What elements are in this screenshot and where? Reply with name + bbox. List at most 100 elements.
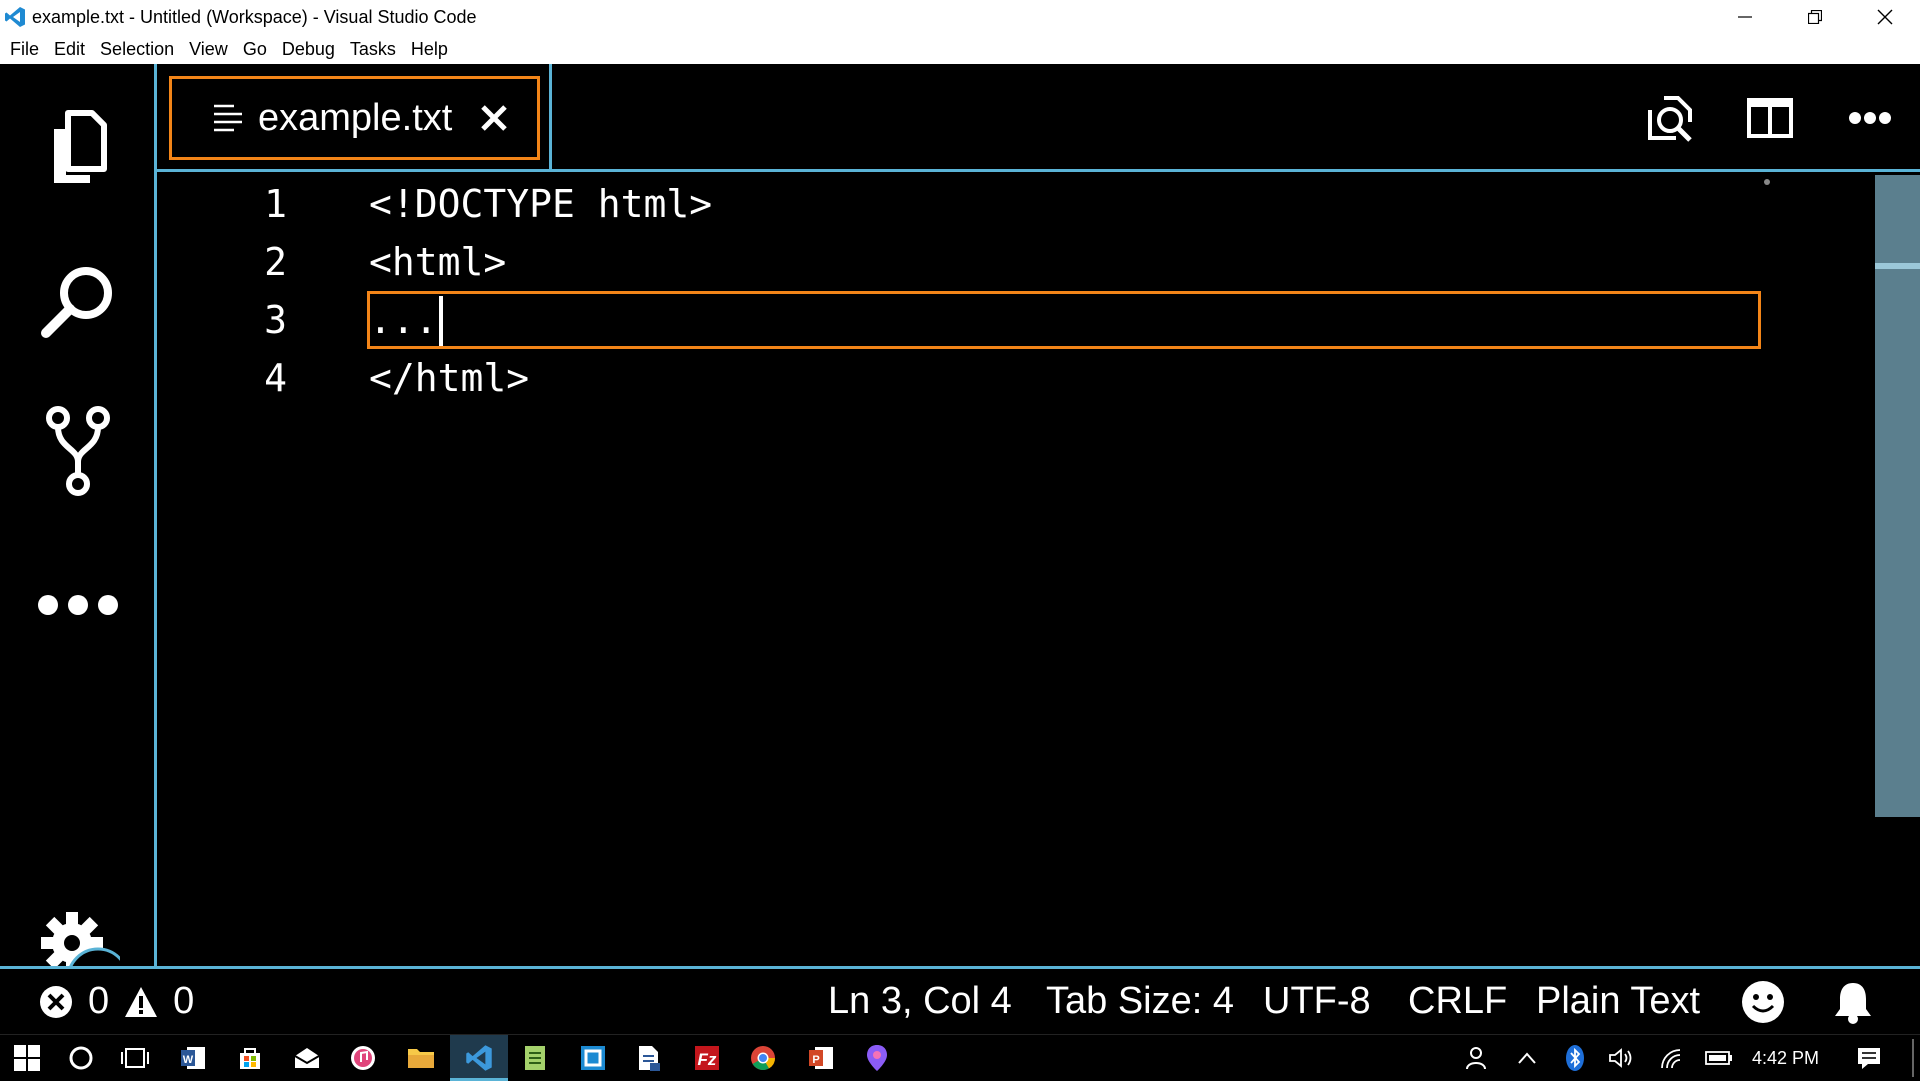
- line-text[interactable]: ...: [369, 298, 438, 342]
- document-icon: [639, 1046, 660, 1071]
- network-button[interactable]: [1654, 1041, 1688, 1075]
- line-text[interactable]: </html>: [369, 356, 529, 400]
- ellipsis-icon: [1849, 112, 1891, 124]
- text-cursor: [439, 296, 443, 346]
- line-number: 4: [264, 356, 287, 400]
- volume-icon: [1609, 1048, 1632, 1068]
- file-explorer-app[interactable]: [404, 1041, 438, 1075]
- map-pin-icon: [867, 1045, 887, 1071]
- store-app[interactable]: [233, 1041, 267, 1075]
- notepad-app[interactable]: [518, 1041, 552, 1075]
- more-views-button[interactable]: [36, 560, 120, 650]
- encoding[interactable]: UTF-8: [1263, 969, 1371, 1034]
- preview-search-icon: [1648, 96, 1692, 142]
- menu-debug[interactable]: Debug: [276, 39, 344, 60]
- powerpoint-app[interactable]: P: [804, 1041, 838, 1075]
- tab-close-button[interactable]: [480, 104, 508, 132]
- scrollbar-cursor-marker: [1875, 263, 1920, 269]
- battery-button[interactable]: [1702, 1041, 1736, 1075]
- show-desktop-button[interactable]: [1912, 1039, 1914, 1077]
- source-control-icon: [46, 406, 110, 496]
- action-center-button[interactable]: [1852, 1041, 1886, 1075]
- chevron-up-icon: [1518, 1052, 1536, 1064]
- task-view-icon: [121, 1048, 149, 1068]
- start-button[interactable]: [10, 1041, 44, 1075]
- app-window[interactable]: [576, 1041, 610, 1075]
- vscode-app[interactable]: [462, 1041, 496, 1075]
- restore-button[interactable]: [1780, 0, 1850, 34]
- code-line: 3 ...: [157, 291, 1757, 349]
- source-control-button[interactable]: [36, 406, 120, 496]
- line-text[interactable]: <!DOCTYPE html>: [369, 182, 712, 226]
- taskbar-clock[interactable]: 4:42 PM: [1752, 1035, 1819, 1081]
- notification-icon: [1858, 1048, 1880, 1069]
- line-ending[interactable]: CRLF: [1408, 969, 1507, 1034]
- warning-count: 0: [173, 980, 195, 1022]
- menu-go[interactable]: Go: [237, 39, 276, 60]
- svg-text:W: W: [183, 1054, 194, 1066]
- tab-size[interactable]: Tab Size: 4: [1046, 969, 1234, 1034]
- mail-icon: [294, 1048, 320, 1068]
- line-number: 3: [264, 298, 287, 342]
- filezilla-app[interactable]: Fz: [690, 1041, 724, 1075]
- tab-example-txt[interactable]: example.txt: [157, 64, 552, 172]
- error-count: 0: [88, 980, 110, 1022]
- menu-view[interactable]: View: [183, 39, 237, 60]
- language-mode[interactable]: Plain Text: [1536, 969, 1700, 1034]
- word-app[interactable]: W: [176, 1041, 210, 1075]
- document-app[interactable]: [632, 1041, 666, 1075]
- search-button[interactable]: [36, 256, 120, 346]
- problems-indicator[interactable]: 0 0: [38, 969, 194, 1034]
- more-actions-button[interactable]: [1820, 88, 1920, 148]
- smiley-icon: [1742, 980, 1784, 1023]
- menu-bar: File Edit Selection View Go Debug Tasks …: [0, 34, 1920, 64]
- code-line: 1 <!DOCTYPE html>: [157, 175, 1757, 233]
- warning-icon: [125, 986, 158, 1017]
- people-button[interactable]: [1460, 1041, 1494, 1075]
- vertical-scrollbar[interactable]: [1875, 175, 1920, 817]
- app-window-icon: [581, 1046, 605, 1070]
- menu-help[interactable]: Help: [405, 39, 457, 60]
- menu-selection[interactable]: Selection: [94, 39, 183, 60]
- volume-button[interactable]: [1604, 1041, 1638, 1075]
- window-title: example.txt - Untitled (Workspace) - Vis…: [32, 6, 477, 27]
- filezilla-icon: Fz: [695, 1046, 719, 1070]
- ellipsis-icon: [38, 595, 118, 615]
- minimize-icon: [1738, 16, 1752, 18]
- editor[interactable]: 1 <!DOCTYPE html> 2 <html> 3 ... 4 </htm…: [157, 175, 1920, 966]
- wifi-icon: [1661, 1049, 1681, 1069]
- music-icon: [351, 1046, 375, 1070]
- search-icon: [41, 267, 112, 338]
- maps-app[interactable]: [860, 1041, 894, 1075]
- notepad-icon: [525, 1046, 545, 1070]
- bluetooth-icon: [1566, 1045, 1584, 1071]
- split-editor-button[interactable]: [1720, 88, 1820, 148]
- people-icon: [1466, 1047, 1486, 1070]
- line-text[interactable]: <html>: [369, 240, 506, 284]
- activity-bar: 1: [0, 64, 157, 1022]
- chrome-app[interactable]: [746, 1041, 780, 1075]
- cursor-position[interactable]: Ln 3, Col 4: [828, 969, 1012, 1034]
- show-hidden-icons-button[interactable]: [1510, 1041, 1544, 1075]
- powerpoint-icon: P: [809, 1047, 833, 1069]
- svg-text:P: P: [812, 1054, 819, 1066]
- close-window-button[interactable]: [1850, 0, 1920, 34]
- status-bar: 0 0 Ln 3, Col 4 Tab Size: 4 UTF-8 CRLF P…: [0, 966, 1920, 1034]
- explorer-button[interactable]: [36, 104, 120, 194]
- chrome-icon: [751, 1046, 775, 1071]
- minimize-button[interactable]: [1710, 0, 1780, 34]
- bluetooth-button[interactable]: [1558, 1041, 1592, 1075]
- open-preview-button[interactable]: [1620, 88, 1720, 148]
- feedback-button[interactable]: [1740, 969, 1786, 1034]
- menu-file[interactable]: File: [4, 39, 48, 60]
- line-number: 1: [264, 182, 287, 226]
- task-view-button[interactable]: [118, 1041, 152, 1075]
- menu-tasks[interactable]: Tasks: [344, 39, 405, 60]
- mail-app[interactable]: [290, 1041, 324, 1075]
- cortana-button[interactable]: [64, 1041, 98, 1075]
- menu-edit[interactable]: Edit: [48, 39, 94, 60]
- tab-label: example.txt: [258, 96, 453, 139]
- notifications-button[interactable]: [1832, 969, 1874, 1034]
- code-line: 2 <html>: [157, 233, 1757, 291]
- itunes-app[interactable]: [346, 1041, 380, 1075]
